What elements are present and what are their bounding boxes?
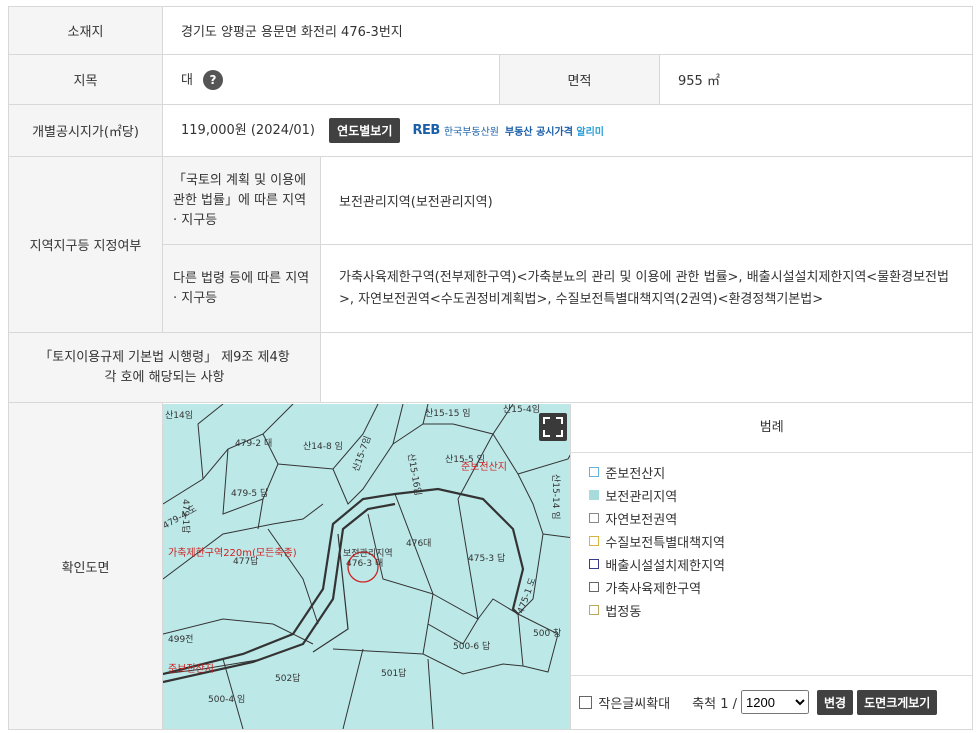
land-use-plan-panel: 소재지 경기도 양평군 용문면 화전리 476-3번지 지목 대? 면적 955…: [8, 6, 973, 733]
legend-item: 자연보전권역: [589, 507, 972, 530]
parcel-label: 475-3 답: [468, 552, 505, 564]
legend-item: 준보전산지: [589, 461, 972, 484]
area-label: 면적: [499, 54, 660, 105]
legend-swatch: [589, 490, 600, 500]
legend-label: 수질보전특별대책지역: [605, 535, 726, 551]
legend-item: 법정동: [589, 599, 972, 622]
parcel-label: 500-6 답: [453, 640, 490, 652]
legend-label: 준보전산지: [605, 466, 666, 482]
parcel-label: 산14-8 임: [303, 440, 343, 452]
scale-label: 축척 1 /: [692, 696, 738, 712]
legend-label: 보전관리지역: [605, 489, 678, 505]
legend-label: 자연보전권역: [605, 512, 678, 528]
legend-swatch: [589, 559, 600, 569]
reb-link[interactable]: REB 한국부동산원 부동산 공시가격 알리미: [413, 123, 605, 138]
price-cell: 119,000원 (2024/01) 연도별보기 REB 한국부동산원 부동산 …: [162, 104, 973, 157]
location-row: 소재지 경기도 양평군 용문면 화전리 476-3번지: [8, 6, 973, 55]
cadastral-map[interactable]: 산14임 479-2 대 산14-8 임 산15-15 임 산15-4임 479-1답 47…: [163, 403, 571, 729]
legend-label: 법정동: [605, 604, 642, 620]
reb-org: 한국부동산원: [443, 127, 500, 138]
jimok-value: 대: [181, 72, 193, 88]
legend-swatch: [589, 467, 600, 477]
legend-label: 가축사육제한구역: [605, 581, 702, 597]
legend-item: 보전관리지역: [589, 484, 972, 507]
price-value: 119,000원 (2024/01): [181, 123, 316, 138]
jimok-row: 지목 대? 면적 955 ㎡: [8, 54, 973, 105]
legend-swatch: [589, 536, 600, 546]
location-label: 소재지: [8, 6, 163, 55]
legend-title: 범례: [571, 404, 972, 453]
parcel-label: 499전: [168, 634, 193, 645]
national-law-label: 「국토의 계획 및 이용에 관한 법률」에 따른 지역 · 지구등: [162, 156, 321, 245]
map-controls: 작은글씨확대 축척 1 / 1200 변경 도면크게보기: [571, 674, 972, 729]
parcel-label: 500 창: [533, 628, 561, 639]
zoning-row-national: 지역지구등 지정여부 「국토의 계획 및 이용에 관한 법률」에 따른 지역 ·…: [8, 156, 973, 333]
regulation-row: 「토지이용규제 기본법 시행령」 제9조 제4항 각 호에 해당되는 사항: [8, 332, 973, 403]
zoning-label: 지역지구등 지정여부: [8, 156, 163, 333]
parcel-label: 476-3 대: [346, 558, 383, 569]
price-row: 개별공시지가(㎡당) 119,000원 (2024/01) 연도별보기 REB …: [8, 104, 973, 157]
parcel-label: 476대: [406, 538, 431, 549]
legend-item: 배출시설설치제한지역: [589, 553, 972, 576]
enlarge-map-button[interactable]: 도면크게보기: [857, 689, 938, 715]
reb-logo: REB: [412, 123, 441, 138]
legend-item: 수질보전특별대책지역: [589, 530, 972, 553]
other-law-label: 다른 법령 등에 따른 지역 · 지구등: [162, 244, 321, 333]
price-label: 개별공시지가(㎡당): [8, 104, 163, 157]
jimok-label: 지목: [8, 54, 163, 105]
legend-item: 가축사육제한구역: [589, 576, 972, 599]
jimok-cell: 대?: [162, 54, 500, 105]
parcel-label: 479-2 대: [235, 438, 272, 449]
parcel-label: 산14임: [165, 409, 193, 421]
other-law-value: 가축사육제한구역(전부제한구역)<가축분뇨의 관리 및 이용에 관한 법률>, …: [320, 244, 973, 333]
regulation-label: 「토지이용규제 기본법 시행령」 제9조 제4항 각 호에 해당되는 사항: [8, 332, 321, 403]
parcel-label: 산15-15 임: [425, 407, 471, 419]
map-row: 확인도면 산14임 479-2 대 산14-8 임 산15-15 임 산15-4…: [8, 402, 973, 730]
overlay-label: 준보전산지: [461, 461, 507, 473]
overlay-label: 보전관리지역: [343, 548, 393, 559]
regulation-value: [320, 332, 973, 403]
scale-select[interactable]: 1200: [741, 690, 810, 714]
legend-swatch: [589, 513, 600, 523]
legend-panel: 범례 준보전산지보전관리지역자연보전권역수질보전특별대책지역배출시설설치제한지역…: [570, 403, 972, 729]
legend-label: 배출시설설치제한지역: [605, 558, 726, 574]
legend-swatch: [589, 605, 600, 615]
small-text-zoom-label[interactable]: 작은글씨확대: [598, 693, 670, 712]
reb-service: 부동산 공시가격 알리미: [505, 127, 604, 138]
parcel-label: 501답: [381, 667, 406, 679]
legend-swatch: [589, 582, 600, 592]
location-value: 경기도 양평군 용문면 화전리 476-3번지: [162, 6, 973, 55]
land-info-table: 소재지 경기도 양평군 용문면 화전리 476-3번지 지목 대? 면적 955…: [8, 6, 973, 730]
area-value: 955 ㎡: [659, 54, 973, 105]
parcel-label: 산15-14 임: [550, 474, 562, 520]
fullscreen-icon: [543, 416, 563, 437]
parcel-label: 479-5 답: [231, 487, 268, 499]
legend-list: 준보전산지보전관리지역자연보전권역수질보전특별대책지역배출시설설치제한지역가축사…: [571, 453, 972, 622]
parcel-label: 500-4 임: [208, 693, 245, 705]
map-svg: 산14임479-2 대 산14-8 임산15-15 임 산15-4임479-1답47…: [163, 403, 571, 729]
overlay-label: 가축제한구역220m(모든축종): [168, 547, 297, 559]
by-year-button[interactable]: 연도별보기: [329, 118, 401, 143]
parcel-label: 산15-4임: [503, 404, 540, 415]
parcel-label: 502답: [275, 672, 300, 684]
fullscreen-button[interactable]: [539, 412, 567, 441]
change-scale-button[interactable]: 변경: [817, 689, 854, 715]
help-icon[interactable]: ?: [202, 70, 223, 91]
map-cell: 산14임 479-2 대 산14-8 임 산15-15 임 산15-4임 479-1답 47…: [162, 402, 973, 730]
small-text-zoom-checkbox[interactable]: [579, 695, 593, 709]
overlay-label: 준보전산지: [168, 663, 214, 675]
national-law-value: 보전관리지역(보전관리지역): [320, 156, 973, 245]
map-label: 확인도면: [8, 402, 163, 730]
